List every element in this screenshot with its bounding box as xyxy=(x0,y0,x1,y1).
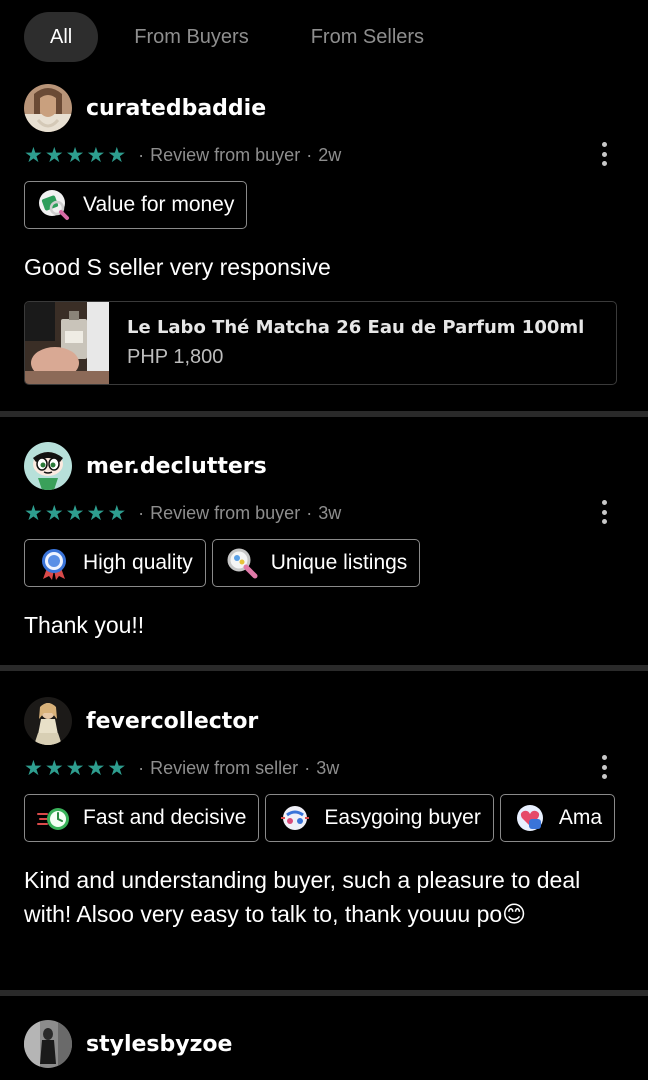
avatar[interactable] xyxy=(24,442,72,490)
star-icon: ★ xyxy=(86,756,106,780)
star-rating: ★ ★ ★ ★ ★ xyxy=(24,145,128,166)
avatar[interactable] xyxy=(24,1020,72,1068)
review-source-line: · Review from buyer · 2w xyxy=(132,145,341,166)
review-age: 2w xyxy=(318,144,342,165)
review-header[interactable]: curatedbaddie xyxy=(24,83,266,133)
review-tags: Fast and decisive Easygoing buyer Ama xyxy=(24,794,624,842)
review-source: Review from buyer xyxy=(150,502,301,523)
review-item: fevercollector ★ ★ ★ ★ ★ · Review from se… xyxy=(0,696,648,991)
review-text: Kind and understanding buyer, such a ple… xyxy=(24,867,581,927)
listing-title: Le Labo Thé Matcha 26 Eau de Parfum 100m… xyxy=(127,317,585,338)
divider xyxy=(0,665,648,671)
review-source: Review from seller xyxy=(150,757,299,778)
star-rating: ★ ★ ★ ★ ★ xyxy=(24,758,128,779)
review-age: 3w xyxy=(318,502,342,523)
tab-from-buyers[interactable]: From Buyers xyxy=(134,12,248,62)
star-icon: ★ xyxy=(107,756,127,780)
review-tags: Value for money xyxy=(24,181,624,229)
review-item: mer.declutters ★ ★ ★ ★ ★ · Review from bu… xyxy=(0,441,648,666)
review-item: stylesbyzoe xyxy=(0,1019,648,1080)
tab-from-sellers[interactable]: From Sellers xyxy=(311,12,424,62)
separator: · xyxy=(138,757,145,778)
rosette-award-icon xyxy=(42,549,66,580)
tab-all[interactable]: All xyxy=(24,12,99,62)
separator: · xyxy=(306,144,313,165)
avatar[interactable] xyxy=(24,84,72,132)
tag-label: Ama xyxy=(558,806,603,829)
magnifier-icon xyxy=(227,548,258,579)
tag-label: Value for money xyxy=(83,193,235,216)
star-icon: ★ xyxy=(86,501,106,525)
listing-info: Le Labo Thé Matcha 26 Eau de Parfum 100m… xyxy=(127,317,584,369)
review-meta: ★ ★ ★ ★ ★ · Review from seller · 3w xyxy=(24,755,339,781)
heart-hand-icon xyxy=(516,805,543,831)
review-age: 3w xyxy=(316,757,340,778)
tag-label: Easygoing buyer xyxy=(324,806,481,829)
tag-label: Unique listings xyxy=(270,551,408,574)
more-options-icon[interactable] xyxy=(594,139,614,169)
review-item: curatedbaddie ★ ★ ★ ★ ★ · Review from buy… xyxy=(0,83,648,413)
star-icon: ★ xyxy=(65,756,85,780)
star-icon: ★ xyxy=(65,501,85,525)
review-tags: High quality Unique listings xyxy=(24,539,624,587)
star-icon: ★ xyxy=(44,501,64,525)
star-icon: ★ xyxy=(107,143,127,167)
tag-chip: Ama xyxy=(499,794,616,842)
review-source: Review from buyer xyxy=(150,144,301,165)
star-rating: ★ ★ ★ ★ ★ xyxy=(24,503,128,524)
review-header[interactable]: mer.declutters xyxy=(24,441,267,491)
review-meta: ★ ★ ★ ★ ★ · Review from buyer · 3w xyxy=(24,500,341,526)
review-filter-tabs: All From Buyers From Sellers xyxy=(24,12,486,62)
avatar[interactable] xyxy=(24,697,72,745)
more-options-icon[interactable] xyxy=(594,752,614,782)
review-source-line: · Review from buyer · 3w xyxy=(132,503,341,524)
listing-card[interactable]: Le Labo Thé Matcha 26 Eau de Parfum 100m… xyxy=(24,301,617,385)
star-icon: ★ xyxy=(24,501,43,525)
money-magnifier-icon xyxy=(39,190,69,220)
tag-chip: Unique listings xyxy=(211,539,421,587)
username[interactable]: stylesbyzoe xyxy=(86,1032,232,1057)
listing-price: PHP 1,800 xyxy=(127,346,224,368)
star-icon: ★ xyxy=(65,143,85,167)
divider xyxy=(0,990,648,996)
star-icon: ★ xyxy=(107,501,127,525)
star-icon: ★ xyxy=(86,143,106,167)
easygoing-icon xyxy=(281,806,310,830)
review-meta: ★ ★ ★ ★ ★ · Review from buyer · 2w xyxy=(24,142,341,168)
star-icon: ★ xyxy=(24,756,43,780)
review-source-line: · Review from seller · 3w xyxy=(132,758,339,779)
star-icon: ★ xyxy=(44,756,64,780)
separator: · xyxy=(138,144,145,165)
separator: · xyxy=(306,502,313,523)
review-header[interactable]: fevercollector xyxy=(24,696,258,746)
star-icon: ★ xyxy=(24,143,43,167)
more-options-icon[interactable] xyxy=(594,497,614,527)
username[interactable]: curatedbaddie xyxy=(86,96,266,121)
star-icon: ★ xyxy=(44,143,64,167)
review-header[interactable]: stylesbyzoe xyxy=(24,1019,232,1069)
tag-label: High quality xyxy=(83,551,193,574)
tag-label: Fast and decisive xyxy=(83,806,247,829)
tag-chip: High quality xyxy=(24,539,206,587)
fast-clock-icon xyxy=(37,808,69,830)
tag-chip: Fast and decisive xyxy=(24,794,260,842)
username[interactable]: mer.declutters xyxy=(86,454,267,479)
separator: · xyxy=(304,757,311,778)
separator: · xyxy=(138,502,145,523)
tag-chip: Easygoing buyer xyxy=(265,794,494,842)
divider xyxy=(0,411,648,417)
review-text: Thank you!! xyxy=(24,612,145,638)
review-text: Good S seller very responsive xyxy=(24,254,331,280)
tag-chip: Value for money xyxy=(24,181,248,229)
username[interactable]: fevercollector xyxy=(86,709,258,734)
listing-thumbnail xyxy=(25,302,109,384)
